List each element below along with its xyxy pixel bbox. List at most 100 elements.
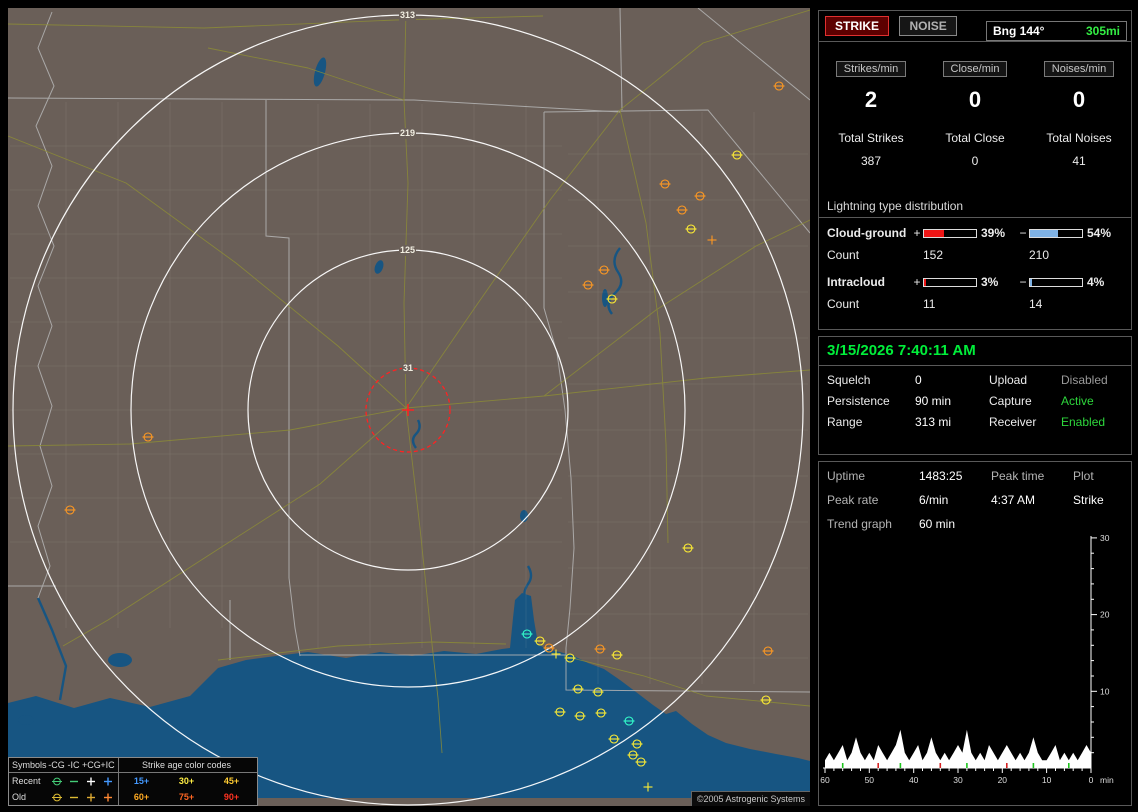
legend-type-header: +IC: [99, 760, 116, 770]
bearing-label: Bng 144°: [993, 24, 1044, 38]
svg-text:20: 20: [1100, 610, 1110, 620]
ic-negative-bar: [1029, 278, 1083, 287]
svg-text:10: 10: [1100, 686, 1110, 696]
age-code: 45+: [224, 776, 239, 786]
status-grid: Squelch 0 Upload Disabled Persistence 90…: [827, 373, 1125, 429]
cloud-ground-label: Cloud-ground: [827, 226, 911, 240]
total-strikes-label: Total Strikes: [819, 131, 923, 145]
uptime-stats-grid: Uptime 1483:25 Peak time Plot Peak rate …: [827, 469, 1125, 531]
intracloud-label: Intracloud: [827, 275, 911, 289]
age-code: 15+: [134, 776, 149, 786]
divider: [819, 365, 1131, 366]
cg-positive-count: 152: [911, 248, 1017, 262]
total-close-label: Total Close: [923, 131, 1027, 145]
legend-plus-icon: [84, 792, 98, 803]
noise-mode-button[interactable]: NOISE: [899, 16, 956, 36]
total-close-value: 0: [923, 154, 1027, 168]
svg-text:40: 40: [909, 775, 919, 785]
cloud-ground-count-row: Count 152 210: [827, 248, 1131, 262]
lightning-type-distribution: Lightning type distribution Cloud-ground…: [819, 199, 1131, 311]
legend-age-header: Strike age color codes: [118, 758, 254, 772]
svg-text:30: 30: [953, 775, 963, 785]
noises-per-min-value: 0: [1027, 87, 1131, 113]
legend-type-header: -IC: [65, 760, 82, 770]
age-code: 90+: [224, 792, 239, 802]
age-code: 75+: [179, 792, 194, 802]
minus-sign: −: [1017, 275, 1029, 289]
plus-sign: +: [911, 226, 923, 240]
legend-symbols-header: Symbols: [12, 760, 48, 770]
legend-row: Recent 15+ 30+ 45+: [9, 773, 257, 789]
ic-positive-bar: [923, 278, 977, 287]
capture-label: Capture: [989, 394, 1061, 408]
cg-negative-percent: 54%: [1083, 226, 1123, 240]
capture-value: Active: [1061, 394, 1125, 408]
svg-text:50: 50: [865, 775, 875, 785]
range-ring-label: 125: [399, 245, 416, 256]
total-strikes-value: 387: [819, 154, 923, 168]
distribution-title: Lightning type distribution: [819, 199, 1131, 218]
uptime-value: 1483:25: [919, 469, 991, 483]
persistence-value: 90 min: [915, 394, 989, 408]
legend-row-label: Old: [12, 792, 48, 802]
map-legend: Symbols -CG-IC+CG+ICStrike age color cod…: [8, 757, 258, 806]
svg-text:0: 0: [1089, 775, 1094, 785]
legend-symbol-cell: [48, 792, 65, 803]
persistence-label: Persistence: [827, 394, 915, 408]
totals-values-row: 387 0 41: [819, 154, 1131, 168]
close-per-min-button[interactable]: Close/min: [943, 61, 1008, 77]
stats-panel: STRIKE NOISE Bng 144° 305mi Strikes/min …: [818, 10, 1132, 330]
strikes-per-min-button[interactable]: Strikes/min: [836, 61, 906, 77]
close-per-min-value: 0: [923, 87, 1027, 113]
total-noises-value: 41: [1027, 154, 1131, 168]
mode-button-row: STRIKE NOISE Bng 144° 305mi: [825, 16, 1131, 38]
legend-minus-icon: [67, 792, 81, 803]
receiver-value: Enabled: [1061, 415, 1125, 429]
cg-negative-bar: [1029, 229, 1083, 238]
svg-text:min: min: [1100, 775, 1114, 785]
legend-plus-icon: [101, 776, 115, 787]
svg-text:30: 30: [1100, 534, 1110, 543]
cg-positive-percent: 39%: [977, 226, 1017, 240]
legend-cm-icon: [50, 776, 64, 787]
divider: [819, 41, 1131, 42]
totals-labels-row: Total Strikes Total Close Total Noises: [819, 131, 1131, 145]
noises-per-min-button[interactable]: Noises/min: [1044, 61, 1114, 77]
intracloud-row: Intracloud + 3% − 4%: [827, 275, 1131, 289]
age-code: 60+: [134, 792, 149, 802]
legend-symbol-cell: [99, 776, 116, 787]
legend-cm-icon: [50, 792, 64, 803]
plot-value: Strike: [1073, 493, 1125, 507]
ic-positive-percent: 3%: [977, 275, 1017, 289]
trend-graph-label: Trend graph: [827, 517, 919, 531]
ic-negative-count: 14: [1017, 297, 1123, 311]
trend-panel: Uptime 1483:25 Peak time Plot Peak rate …: [818, 461, 1132, 806]
legend-type-header: -CG: [48, 760, 65, 770]
rate-buttons-row: Strikes/min Close/min Noises/min: [819, 61, 1131, 77]
legend-age-cells: 60+ 75+ 90+: [118, 789, 254, 805]
trend-graph-window: 60 min: [919, 517, 1125, 531]
range-ring-label: 219: [399, 128, 416, 139]
copyright-notice: ©2005 Astrogenic Systems: [691, 791, 810, 806]
legend-symbol-cell: [82, 776, 99, 787]
svg-text:20: 20: [998, 775, 1008, 785]
legend-symbol-cell: [82, 792, 99, 803]
legend-symbol-cell: [65, 792, 82, 803]
strike-mode-button[interactable]: STRIKE: [825, 16, 889, 36]
app-window: Symbols -CG-IC+CG+ICStrike age color cod…: [0, 0, 1138, 812]
peak-time-label: Peak time: [991, 469, 1073, 483]
legend-row-label: Recent: [12, 776, 48, 786]
range-ring-label: 31: [402, 363, 414, 374]
legend-minus-icon: [67, 776, 81, 787]
legend-age-cells: 15+ 30+ 45+: [118, 773, 254, 789]
cg-positive-bar: [923, 229, 977, 238]
age-code: 30+: [179, 776, 194, 786]
current-datetime: 3/15/2026 7:40:11 AM: [827, 342, 976, 359]
map-view[interactable]: Symbols -CG-IC+CG+ICStrike age color cod…: [8, 8, 810, 806]
ic-positive-count: 11: [911, 297, 1017, 311]
count-label: Count: [827, 248, 911, 262]
peak-rate-label: Peak rate: [827, 493, 919, 507]
strikes-per-min-value: 2: [819, 87, 923, 113]
legend-row: Old 60+ 75+ 90+: [9, 789, 257, 805]
minus-sign: −: [1017, 226, 1029, 240]
